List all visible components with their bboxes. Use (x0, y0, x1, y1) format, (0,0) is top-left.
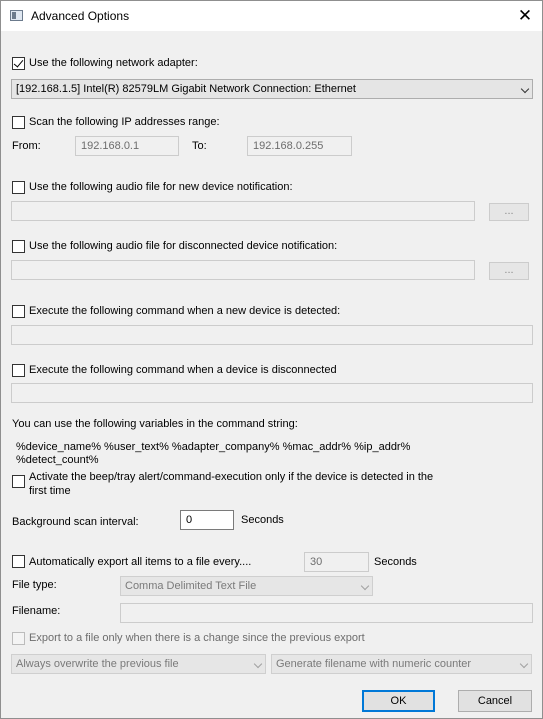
file-type-select[interactable]: Comma Delimited Text File (120, 576, 373, 596)
network-adapter-select[interactable]: [192.168.1.5] Intel(R) 82579LM Gigabit N… (11, 79, 533, 99)
auto-export-checkbox-label: Automatically export all items to a file… (29, 556, 252, 568)
cmd-new-checkbox-label: Execute the following command when a new… (29, 305, 341, 317)
filename-label: Filename: (12, 605, 61, 617)
filename-mode-selected-value: Generate filename with numeric counter (276, 658, 472, 670)
export-only-change-checkbox[interactable] (12, 632, 25, 645)
first-time-label-line-2: first time (29, 485, 71, 497)
to-label: To: (192, 140, 207, 152)
variables-line-1: %device_name% %user_text% %adapter_compa… (16, 441, 411, 453)
scan-interval-input[interactable]: 0 (180, 510, 234, 530)
audio-disconnected-browse-button[interactable]: ... (489, 262, 529, 280)
ip-range-checkbox[interactable] (12, 116, 25, 129)
cmd-disconnected-checkbox[interactable] (12, 364, 25, 377)
cmd-new-checkbox[interactable] (12, 305, 25, 318)
title-bar: Advanced Options ✕ (1, 1, 542, 31)
adapter-checkbox-label: Use the following network adapter: (29, 57, 198, 69)
to-ip-input[interactable]: 192.168.0.255 (247, 136, 352, 156)
filename-input[interactable] (120, 603, 533, 623)
scan-interval-label: Background scan interval: (12, 516, 139, 528)
file-type-label: File type: (12, 579, 57, 591)
audio-new-file-input[interactable] (11, 201, 475, 221)
variables-intro: You can use the following variables in t… (12, 418, 298, 430)
chevron-down-icon (253, 659, 263, 669)
window-title: Advanced Options (31, 9, 130, 23)
audio-new-browse-button[interactable]: ... (489, 203, 529, 221)
audio-disconnected-checkbox[interactable] (12, 240, 25, 253)
export-only-change-label: Export to a file only when there is a ch… (29, 632, 365, 644)
adapter-checkbox[interactable] (12, 57, 25, 70)
first-time-label-line-1: Activate the beep/tray alert/command-exe… (29, 471, 434, 483)
chevron-down-icon (520, 84, 530, 94)
cmd-new-input[interactable] (11, 325, 533, 345)
filename-mode-select[interactable]: Generate filename with numeric counter (271, 654, 532, 674)
audio-new-checkbox[interactable] (12, 181, 25, 194)
ok-button[interactable]: OK (362, 690, 435, 712)
audio-disconnected-checkbox-label: Use the following audio file for disconn… (29, 240, 338, 252)
from-ip-input[interactable]: 192.168.0.1 (75, 136, 179, 156)
auto-export-interval-input[interactable]: 30 (304, 552, 369, 572)
network-adapter-selected-value: [192.168.1.5] Intel(R) 82579LM Gigabit N… (16, 83, 356, 95)
file-type-selected-value: Comma Delimited Text File (125, 580, 257, 592)
cmd-disconnected-checkbox-label: Execute the following command when a dev… (29, 364, 337, 376)
chevron-down-icon (519, 659, 529, 669)
overwrite-mode-selected-value: Always overwrite the previous file (16, 658, 179, 670)
from-label: From: (12, 140, 41, 152)
auto-export-checkbox[interactable] (12, 555, 25, 568)
cmd-disconnected-input[interactable] (11, 383, 533, 403)
advanced-options-dialog: Advanced Options ✕ Use the following net… (0, 0, 543, 719)
ip-range-checkbox-label: Scan the following IP addresses range: (29, 116, 220, 128)
chevron-down-icon (360, 581, 370, 591)
audio-disconnected-file-input[interactable] (11, 260, 475, 280)
window-app-icon (10, 10, 23, 21)
variables-line-2: %detect_count% (16, 454, 99, 466)
auto-export-unit: Seconds (374, 556, 417, 568)
overwrite-mode-select[interactable]: Always overwrite the previous file (11, 654, 266, 674)
first-time-checkbox[interactable] (12, 475, 25, 488)
audio-new-checkbox-label: Use the following audio file for new dev… (29, 181, 293, 193)
scan-interval-unit: Seconds (241, 514, 284, 526)
cancel-button[interactable]: Cancel (458, 690, 532, 712)
close-icon[interactable]: ✕ (508, 1, 542, 31)
